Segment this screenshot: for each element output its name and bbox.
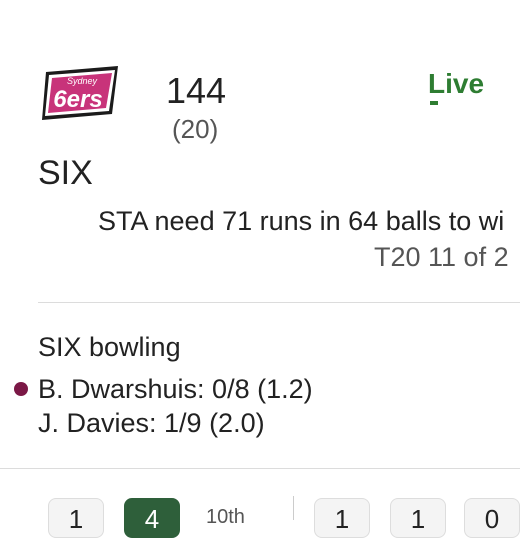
- divider: [38, 302, 520, 303]
- svg-text:6ers: 6ers: [53, 86, 102, 113]
- match-status: STA need 71 runs in 64 balls to wi: [98, 206, 505, 236]
- ball-chip-selected[interactable]: 4: [124, 498, 180, 538]
- ball-chip[interactable]: 0: [464, 498, 520, 538]
- sixers-logo-icon: Sydney 6ers: [42, 66, 118, 120]
- team-logo: Sydney 6ers: [38, 60, 124, 124]
- ball-chip[interactable]: 1: [390, 498, 446, 538]
- team-score: 144: [166, 70, 227, 111]
- bowler-row: B. Dwarshuis: 0/8 (1.2): [38, 374, 313, 404]
- bowler-row: J. Davies: 1/9 (2.0): [38, 408, 265, 438]
- over-separator: [293, 496, 294, 520]
- ball-chip[interactable]: 1: [314, 498, 370, 538]
- svg-text:Sydney: Sydney: [67, 76, 98, 86]
- live-indicator[interactable]: Live: [428, 68, 484, 100]
- live-underline: [430, 101, 438, 105]
- divider: [0, 468, 520, 469]
- team-overs: (20): [172, 114, 219, 144]
- ball-chip[interactable]: 1: [48, 498, 104, 538]
- current-bowler-dot-icon: [14, 382, 28, 396]
- match-format: T20 11 of 2: [374, 242, 509, 272]
- team-abbreviation: SIX: [38, 154, 93, 192]
- bowling-title: SIX bowling: [38, 332, 181, 362]
- over-label: 10th: [206, 506, 245, 528]
